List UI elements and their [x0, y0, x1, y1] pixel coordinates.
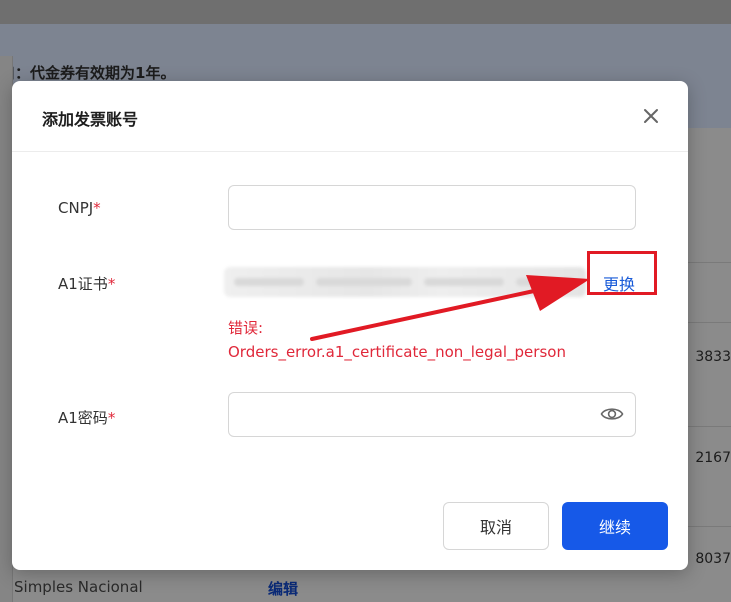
eye-icon[interactable]	[600, 405, 624, 423]
password-label: A1密码*	[58, 407, 115, 428]
background-tax-regime: Simples Nacional	[14, 578, 143, 596]
certificate-label-text: A1证书	[58, 275, 108, 293]
close-button[interactable]	[640, 105, 662, 127]
error-message: Orders_error.a1_certificate_non_legal_pe…	[228, 343, 566, 361]
close-icon	[644, 109, 658, 123]
background-notice: 口：代金券有效期为1年。	[0, 64, 176, 82]
cancel-button[interactable]: 取消	[443, 502, 549, 550]
red-arrow-annotation	[310, 275, 590, 341]
error-title: 错误:	[228, 319, 264, 337]
background-edit-link[interactable]: 编辑	[268, 578, 298, 599]
background-cell-number: 8037	[695, 551, 731, 567]
required-mark: *	[93, 199, 101, 217]
background-topbar	[0, 0, 731, 24]
background-cell-number: 2167	[695, 450, 731, 466]
password-input[interactable]	[228, 392, 636, 437]
add-invoice-account-dialog: 添加发票账号 CNPJ* A1证书* 更换 错误: Orders_error.a…	[12, 81, 688, 570]
header-divider	[12, 151, 688, 152]
certificate-label: A1证书*	[58, 273, 115, 294]
dialog-title: 添加发票账号	[42, 110, 139, 129]
replace-certificate-button[interactable]: 更换	[603, 271, 635, 295]
continue-button[interactable]: 继续	[562, 502, 668, 550]
background-cell-number: 3833	[695, 349, 731, 365]
cnpj-label-text: CNPJ	[58, 199, 94, 217]
cnpj-input[interactable]	[228, 185, 636, 230]
cnpj-label: CNPJ*	[58, 199, 101, 217]
password-label-text: A1密码	[58, 409, 108, 427]
required-mark: *	[107, 275, 116, 293]
required-mark: *	[107, 409, 116, 427]
